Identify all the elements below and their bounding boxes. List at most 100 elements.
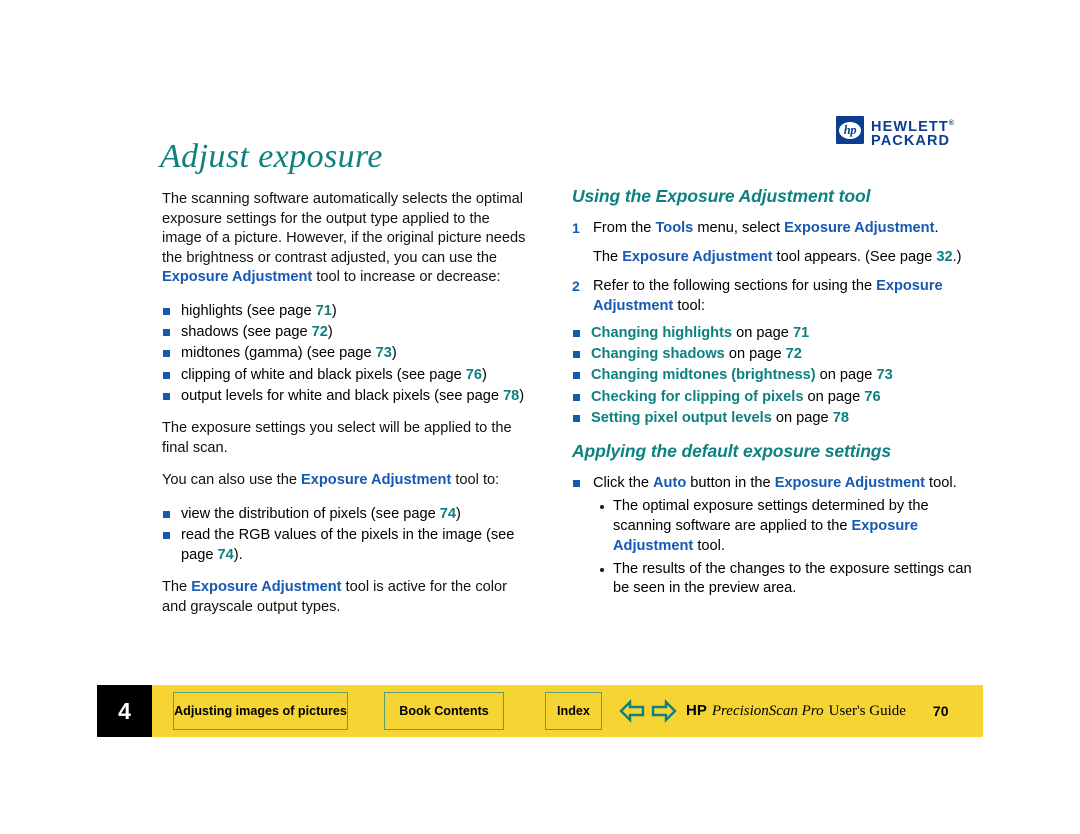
page-ref[interactable]: 71 <box>793 325 809 341</box>
square-bullet-icon <box>573 393 580 401</box>
square-bullet-icon <box>163 531 170 539</box>
xref-link[interactable]: Changing shadows <box>591 346 725 362</box>
list-item-text-end: ) <box>327 324 333 341</box>
square-bullet-icon <box>573 372 580 380</box>
list-item[interactable]: Changing highlights on page 71 <box>572 323 972 343</box>
step-item: 2 Refer to the following sections for us… <box>572 276 972 316</box>
default-settings-action-list: Click the Auto button in the Exposure Ad… <box>572 473 972 493</box>
xref-link[interactable]: Changing highlights <box>591 325 732 341</box>
result-part1: The results of the changes to the exposu… <box>613 560 972 597</box>
footer-brand: HP <box>686 702 707 719</box>
page-ref[interactable]: 32 <box>936 249 952 265</box>
page-ref[interactable]: 73 <box>876 367 892 383</box>
list-item: highlights (see page 71) <box>162 301 527 321</box>
xref-mid: on page <box>803 388 865 405</box>
list-item-text-end: ) <box>519 387 525 404</box>
chapter-name-button[interactable]: Adjusting images of pictures <box>173 692 348 730</box>
exposure-extra-list: view the distribution of pixels (see pag… <box>162 504 527 566</box>
square-bullet-icon <box>163 510 170 518</box>
sub-part1: The <box>593 249 623 265</box>
footer-page-number: 70 <box>932 703 949 719</box>
square-bullet-icon <box>573 480 580 488</box>
list-item-text-end: ) <box>331 302 337 319</box>
page-ref[interactable]: 73 <box>376 345 392 361</box>
list-item: clipping of white and black pixels (see … <box>162 365 527 385</box>
xref-link[interactable]: Checking for clipping of pixels <box>591 389 803 405</box>
square-bullet-icon <box>163 350 170 358</box>
page-ref[interactable]: 76 <box>466 367 482 383</box>
section-heading-using-tool: Using the Exposure Adjustment tool <box>572 186 871 206</box>
trademark-symbol: ® <box>948 120 956 127</box>
list-item: shadows (see page 72) <box>162 322 527 342</box>
page-ref[interactable]: 74 <box>440 506 456 522</box>
xref-mid: on page <box>732 325 793 341</box>
footer-product-name: PrecisionScan Pro <box>711 703 824 719</box>
page-ref[interactable]: 78 <box>503 388 519 404</box>
xref-mid: on page <box>815 367 877 384</box>
book-contents-button[interactable]: Book Contents <box>384 692 504 730</box>
round-bullet-icon <box>600 567 604 572</box>
list-item-text: highlights (see page <box>181 302 316 319</box>
step-number: 1 <box>572 220 580 236</box>
hp-logo-wordmark: HEWLETT® PACKARD <box>871 116 955 149</box>
list-item-text: midtones (gamma) (see page <box>181 345 376 362</box>
list-item-text: view the distribution of pixels (see pag… <box>181 505 440 522</box>
navigation-arrows <box>619 699 677 723</box>
result-sub-list: The optimal exposure settings determined… <box>598 497 972 599</box>
step-text-part1: Refer to the following sections for usin… <box>593 278 877 294</box>
ui-term-tools-menu: Tools <box>655 220 694 236</box>
xref-link[interactable]: Setting pixel output levels <box>591 410 772 426</box>
ui-term-exposure-adjustment: Exposure Adjustment <box>622 249 773 265</box>
sub-part2: tool appears. (See page <box>772 249 937 265</box>
cross-reference-list: Changing highlights on page 71 Changing … <box>572 323 972 428</box>
footer-navigation-bar: 4 Adjusting images of pictures Book Cont… <box>97 685 983 737</box>
list-item-text: output levels for white and black pixels… <box>181 387 504 404</box>
page-ref[interactable]: 71 <box>316 303 332 319</box>
list-item[interactable]: Changing midtones (brightness) on page 7… <box>572 365 972 385</box>
xref-mid: on page <box>724 346 786 363</box>
list-item: read the RGB values of the pixels in the… <box>162 525 527 565</box>
index-button[interactable]: Index <box>545 692 602 730</box>
list-item: midtones (gamma) (see page 73) <box>162 343 527 363</box>
xref-mid: on page <box>771 409 833 426</box>
list-item[interactable]: Setting pixel output levels on page 78 <box>572 408 972 428</box>
square-bullet-icon <box>163 371 170 379</box>
paragraph-active-types: The Exposure Adjustment tool is active f… <box>162 578 527 617</box>
step-number: 2 <box>572 278 580 294</box>
list-item[interactable]: Changing shadows on page 72 <box>572 344 972 364</box>
list-item[interactable]: Checking for clipping of pixels on page … <box>572 387 972 407</box>
square-bullet-icon <box>163 307 170 315</box>
ui-term-exposure-adjustment: Exposure Adjustment <box>774 475 925 492</box>
exposure-features-list: highlights (see page 71) shadows (see pa… <box>162 301 527 406</box>
intro-text-part1: The scanning software automatically sele… <box>162 191 526 266</box>
page-ref[interactable]: 72 <box>786 346 802 362</box>
xref-link[interactable]: Changing midtones (brightness) <box>591 367 816 383</box>
hp-logo-line1: HEWLETT® <box>871 118 956 135</box>
page-ref[interactable]: 78 <box>833 410 849 426</box>
also-use-part1: You can also use the <box>162 472 302 489</box>
ui-term-exposure-adjustment: Exposure Adjustment <box>162 269 313 286</box>
active-types-part1: The <box>162 579 192 596</box>
sub-part3: .) <box>952 249 962 265</box>
step-item: 1 From the Tools menu, select Exposure A… <box>572 218 972 267</box>
list-item: output levels for white and black pixels… <box>162 386 527 406</box>
list-item-text: shadows (see page <box>181 324 312 341</box>
list-item-text-end: ) <box>481 366 487 383</box>
page-ref[interactable]: 76 <box>864 389 880 405</box>
hp-logo-mark-text: hp <box>839 121 861 139</box>
step-text-part3: . <box>934 220 939 236</box>
intro-text-part2: tool to increase or decrease: <box>312 269 501 286</box>
step-sub-paragraph: The Exposure Adjustment tool appears. (S… <box>593 247 972 267</box>
page-ref[interactable]: 74 <box>218 547 234 563</box>
step-text-part2: menu, select <box>693 220 785 236</box>
arrow-left-icon[interactable] <box>619 699 645 723</box>
page-ref[interactable]: 72 <box>312 324 328 340</box>
chapter-number-box: 4 <box>97 685 152 737</box>
list-item-text-end: ). <box>233 547 243 564</box>
footer-guide-title: HP PrecisionScan Pro User's Guide <box>686 702 906 720</box>
arrow-right-icon[interactable] <box>651 699 677 723</box>
paragraph-also-use: You can also use the Exposure Adjustment… <box>162 471 527 491</box>
square-bullet-icon <box>573 414 580 422</box>
square-bullet-icon <box>573 330 580 337</box>
ui-term-exposure-adjustment: Exposure Adjustment <box>784 220 935 236</box>
